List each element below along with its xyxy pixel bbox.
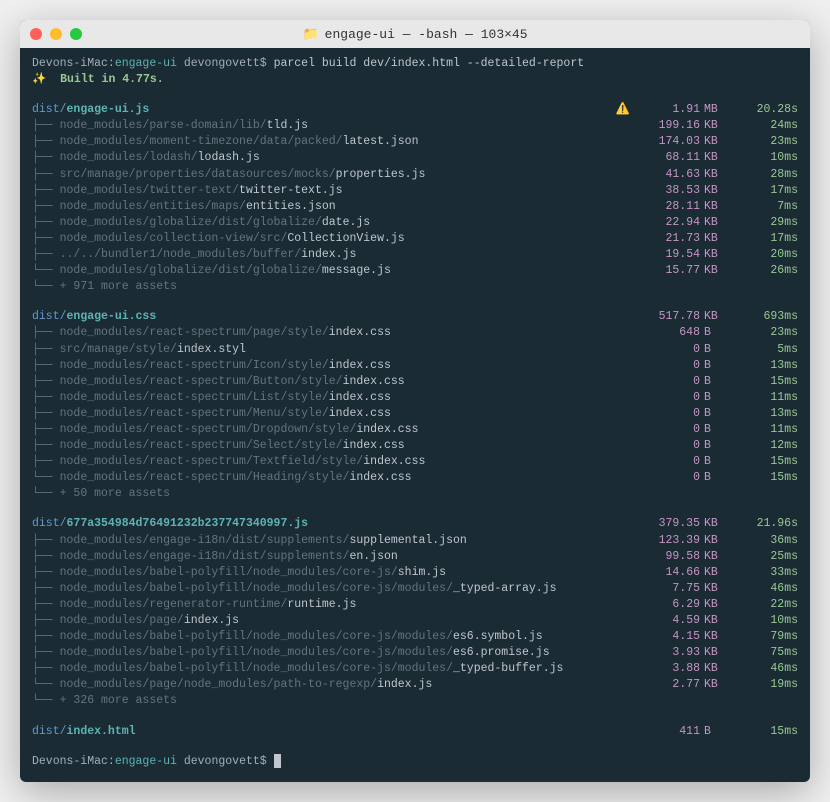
cursor [274,754,281,768]
asset-row: ├── src/manage/properties/datasources/mo… [32,167,798,183]
asset-row: ├── node_modules/collection-view/src/Col… [32,231,798,247]
asset-row: ├── node_modules/engage-i18n/dist/supple… [32,533,798,549]
prompt-line: Devons-iMac:engage-ui devongovett$ parce… [32,56,798,72]
terminal-content[interactable]: Devons-iMac:engage-ui devongovett$ parce… [20,48,810,782]
asset-row: ├── node_modules/react-spectrum/Menu/sty… [32,406,798,422]
asset-row: ├── src/manage/style/index.styl0B5ms [32,342,798,358]
final-prompt: Devons-iMac:engage-ui devongovett$ [32,754,798,770]
asset-row: ├── node_modules/babel-polyfill/node_mod… [32,645,798,661]
asset-row: ├── node_modules/regenerator-runtime/run… [32,597,798,613]
bundle-header: dist/engage-ui.css517.78KB693ms [32,309,798,325]
asset-row: ├── ../../bundler1/node_modules/buffer/i… [32,247,798,263]
traffic-lights [30,28,82,40]
title-sep: — -bash — [395,27,481,42]
asset-row: ├── node_modules/react-spectrum/Button/s… [32,374,798,390]
built-text: Built in 4.77s. [46,72,163,88]
title-dims: 103×45 [481,27,528,42]
prompt-path: engage-ui [115,56,177,72]
more-assets: └── + 971 more assets [32,279,798,295]
sparkle-icon: ✨ [32,72,46,88]
asset-row: └── node_modules/globalize/dist/globaliz… [32,263,798,279]
asset-row: ├── node_modules/parse-domain/lib/tld.js… [32,118,798,134]
asset-row: ├── node_modules/react-spectrum/Textfiel… [32,454,798,470]
asset-row: └── node_modules/react-spectrum/Heading/… [32,470,798,486]
asset-row: ├── node_modules/entities/maps/entities.… [32,199,798,215]
bundle-header: dist/index.html411B15ms [32,724,798,740]
asset-row: └── node_modules/page/node_modules/path-… [32,677,798,693]
asset-row: ├── node_modules/globalize/dist/globaliz… [32,215,798,231]
titlebar[interactable]: 📁 engage-ui — -bash — 103×45 [20,20,810,48]
bundle-header: dist/engage-ui.js⚠️ 1.91MB20.28s [32,102,798,118]
asset-row: ├── node_modules/twitter-text/twitter-te… [32,183,798,199]
asset-row: ├── node_modules/engage-i18n/dist/supple… [32,549,798,565]
prompt-command: parcel build dev/index.html --detailed-r… [274,56,585,72]
asset-row: ├── node_modules/babel-polyfill/node_mod… [32,565,798,581]
asset-row: ├── node_modules/babel-polyfill/node_mod… [32,661,798,677]
maximize-button[interactable] [70,28,82,40]
asset-row: ├── node_modules/lodash/lodash.js68.11KB… [32,150,798,166]
window-title: 📁 engage-ui — -bash — 103×45 [302,27,527,42]
folder-icon: 📁 [302,27,318,42]
asset-row: ├── node_modules/react-spectrum/Select/s… [32,438,798,454]
terminal-window: 📁 engage-ui — -bash — 103×45 Devons-iMac… [20,20,810,782]
asset-row: ├── node_modules/react-spectrum/Dropdown… [32,422,798,438]
close-button[interactable] [30,28,42,40]
asset-row: ├── node_modules/react-spectrum/List/sty… [32,390,798,406]
asset-row: ├── node_modules/page/index.js4.59KB10ms [32,613,798,629]
more-assets: └── + 50 more assets [32,486,798,502]
prompt-host: Devons-iMac: [32,56,115,72]
prompt-user: devongovett$ [177,56,274,72]
asset-row: ├── node_modules/react-spectrum/Icon/sty… [32,358,798,374]
asset-row: ├── node_modules/babel-polyfill/node_mod… [32,581,798,597]
asset-row: ├── node_modules/react-spectrum/page/sty… [32,325,798,341]
asset-row: ├── node_modules/moment-timezone/data/pa… [32,134,798,150]
bundle-header: dist/677a354984d76491232b237747340997.js… [32,516,798,532]
minimize-button[interactable] [50,28,62,40]
asset-row: ├── node_modules/babel-polyfill/node_mod… [32,629,798,645]
more-assets: └── + 326 more assets [32,693,798,709]
title-folder: engage-ui [325,27,395,42]
built-line: ✨ Built in 4.77s. [32,72,798,88]
